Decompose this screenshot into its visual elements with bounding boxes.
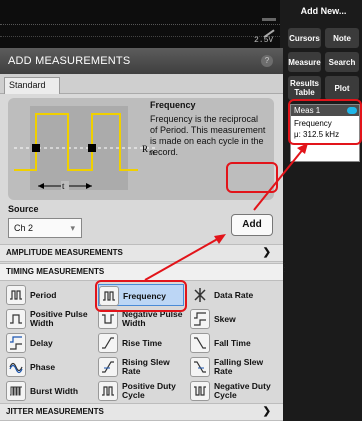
plot-button[interactable]: Plot <box>325 76 359 100</box>
measurement-falling-slew-rate[interactable]: Falling Slew Rate <box>190 356 276 378</box>
measurement-negative-duty-cycle[interactable]: Negative Duty Cycle <box>190 380 276 402</box>
source-value: Ch 2 <box>14 223 34 233</box>
delay-icon <box>6 333 26 353</box>
measurement-data-rate[interactable]: Data Rate <box>190 284 276 306</box>
measurement-label: Rise Time <box>122 337 163 348</box>
measurement-label: Phase <box>30 361 56 372</box>
phase-icon <box>6 357 26 377</box>
badge-highlight <box>288 99 362 145</box>
dialog-header: ADD MEASUREMENTS ? <box>0 48 283 74</box>
measurement-label: Positive Pulse Width <box>30 309 88 328</box>
section-label: AMPLITUDE MEASUREMENTS <box>6 248 123 257</box>
negative-duty-cycle-icon <box>190 381 210 401</box>
chevron-right-icon: ❯ <box>262 406 271 417</box>
measurement-label: Fall Time <box>214 337 251 348</box>
positive-pulse-icon <box>6 309 26 329</box>
panel-title: Add New... <box>300 6 347 16</box>
measurement-label: Data Rate <box>214 289 254 300</box>
section-label: TIMING MEASUREMENTS <box>6 267 105 276</box>
graticule-line <box>0 24 280 25</box>
add-measurements-dialog: ADD MEASUREMENTS ? Standard R M t Freque… <box>0 48 283 421</box>
measure-button[interactable]: Measure <box>288 52 321 72</box>
frequency-highlight <box>95 280 187 312</box>
skew-icon <box>190 309 210 329</box>
measurement-label: Negative Duty Cycle <box>214 381 271 400</box>
measurement-period[interactable]: Period <box>6 284 92 306</box>
section-amplitude-measurements[interactable]: AMPLITUDE MEASUREMENTS ❯ <box>0 244 283 262</box>
section-jitter-measurements[interactable]: JITTER MEASUREMENTS ❯ <box>0 403 283 421</box>
negative-pulse-icon <box>98 309 118 329</box>
scale-readout: 2.5V <box>254 36 274 45</box>
measurement-rising-slew-rate[interactable]: Rising Slew Rate <box>98 356 184 378</box>
period-icon <box>6 285 26 305</box>
chevron-down-icon: ▾ <box>70 223 75 233</box>
reference-label: R <box>142 144 148 154</box>
burst-width-icon <box>6 381 26 401</box>
rising-slew-rate-icon <box>98 357 118 377</box>
preview-title: Frequency <box>150 100 196 110</box>
results-table-button[interactable]: Results Table <box>288 76 321 100</box>
measurement-fall-time[interactable]: Fall Time <box>190 332 276 354</box>
rise-time-icon <box>98 333 118 353</box>
measurement-label: Positive Duty Cycle <box>122 381 176 400</box>
add-button-highlight <box>226 162 278 193</box>
fall-time-icon <box>190 333 210 353</box>
tab-standard[interactable]: Standard <box>4 77 60 94</box>
chevron-right-icon: ❯ <box>262 247 271 258</box>
dialog-tabs: Standard <box>0 74 283 94</box>
section-label: JITTER MEASUREMENTS <box>6 407 104 416</box>
minimize-handle[interactable] <box>262 18 276 21</box>
measurement-burst-width[interactable]: Burst Width <box>6 380 92 402</box>
measurement-delay[interactable]: Delay <box>6 332 92 354</box>
falling-slew-rate-icon <box>190 357 210 377</box>
measurement-label: Delay <box>30 337 53 348</box>
add-button[interactable]: Add <box>231 214 273 236</box>
cycle-end-marker <box>88 144 96 152</box>
source-dropdown[interactable]: Ch 2 ▾ <box>8 218 82 238</box>
measurement-skew[interactable]: Skew <box>190 308 276 330</box>
source-label: Source <box>8 204 39 214</box>
add-new-panel: Add New... Cursors Note Measure Search R… <box>285 0 362 421</box>
note-button[interactable]: Note <box>325 28 359 48</box>
measurement-positive-duty-cycle[interactable]: Positive Duty Cycle <box>98 380 184 402</box>
measurement-rise-time[interactable]: Rise Time <box>98 332 184 354</box>
measurement-positive-pulse-width[interactable]: Positive Pulse Width <box>6 308 92 330</box>
positive-duty-cycle-icon <box>98 381 118 401</box>
measurement-label: Rising Slew Rate <box>122 357 170 376</box>
dialog-title: ADD MEASUREMENTS <box>8 55 131 67</box>
cursors-button[interactable]: Cursors <box>288 28 321 48</box>
help-icon[interactable]: ? <box>261 55 273 67</box>
measurement-label: Burst Width <box>30 385 79 396</box>
search-button[interactable]: Search <box>325 52 359 72</box>
cycle-start-marker <box>32 144 40 152</box>
preview-description: Frequency is the reciprocal of Period. T… <box>150 114 266 157</box>
measurement-phase[interactable]: Phase <box>6 356 92 378</box>
measurement-label: Skew <box>214 313 236 324</box>
measurement-label: Period <box>30 289 57 300</box>
measurement-label: Falling Slew Rate <box>214 357 264 376</box>
graticule-line <box>0 36 280 37</box>
section-timing-measurements[interactable]: TIMING MEASUREMENTS <box>0 263 283 281</box>
data-rate-icon <box>190 285 210 305</box>
scope-display: 2.5V <box>0 0 280 48</box>
